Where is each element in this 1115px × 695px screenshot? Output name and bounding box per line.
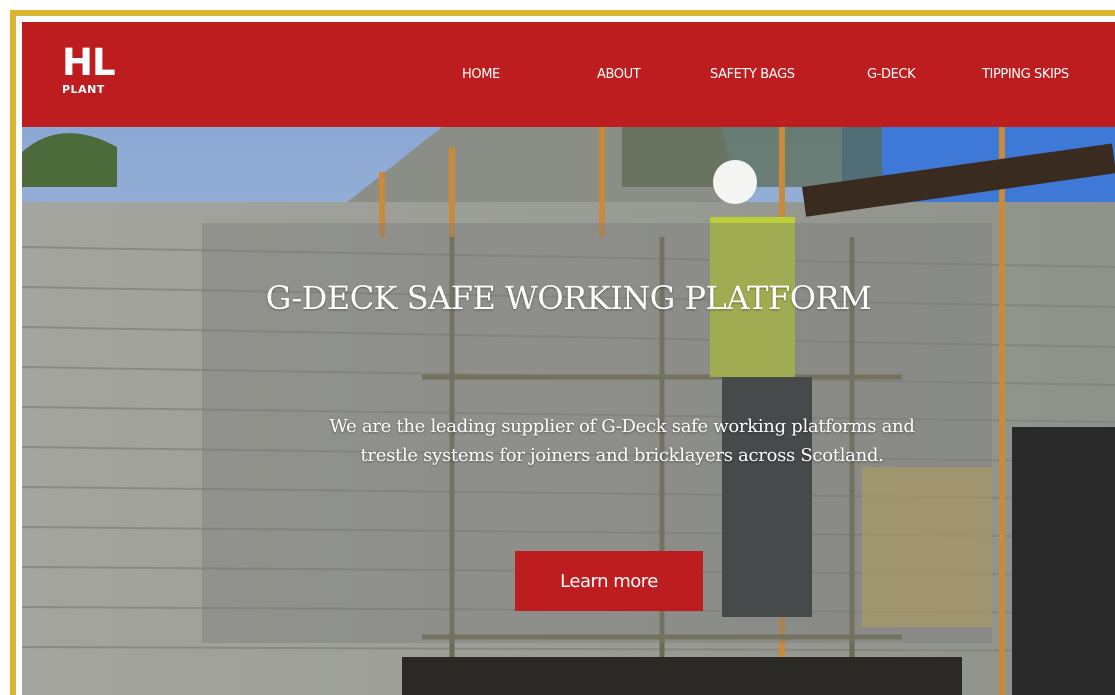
nav-item-about[interactable]: ABOUT <box>597 67 641 82</box>
hero-section: G-DECK SAFE WORKING PLATFORM We are the … <box>22 127 1115 695</box>
learn-more-button[interactable]: Learn more <box>515 551 703 611</box>
main-nav: HOME ABOUT SAFETY BAGS G-DECK TIPPING SK… <box>22 67 1115 87</box>
nav-item-safety-bags[interactable]: SAFETY BAGS <box>710 67 795 82</box>
site-header: HL PLANT HOME ABOUT SAFETY BAGS G-DECK T… <box>22 22 1115 127</box>
nav-item-tipping-skips[interactable]: TIPPING SKIPS <box>982 67 1069 82</box>
nav-item-g-deck[interactable]: G-DECK <box>867 67 916 82</box>
hero-description: We are the leading supplier of G-Deck sa… <box>329 416 915 466</box>
nav-item-home[interactable]: HOME <box>462 67 500 82</box>
hero-title: G-DECK SAFE WORKING PLATFORM <box>265 279 872 317</box>
website: HL PLANT HOME ABOUT SAFETY BAGS G-DECK T… <box>22 22 1115 695</box>
